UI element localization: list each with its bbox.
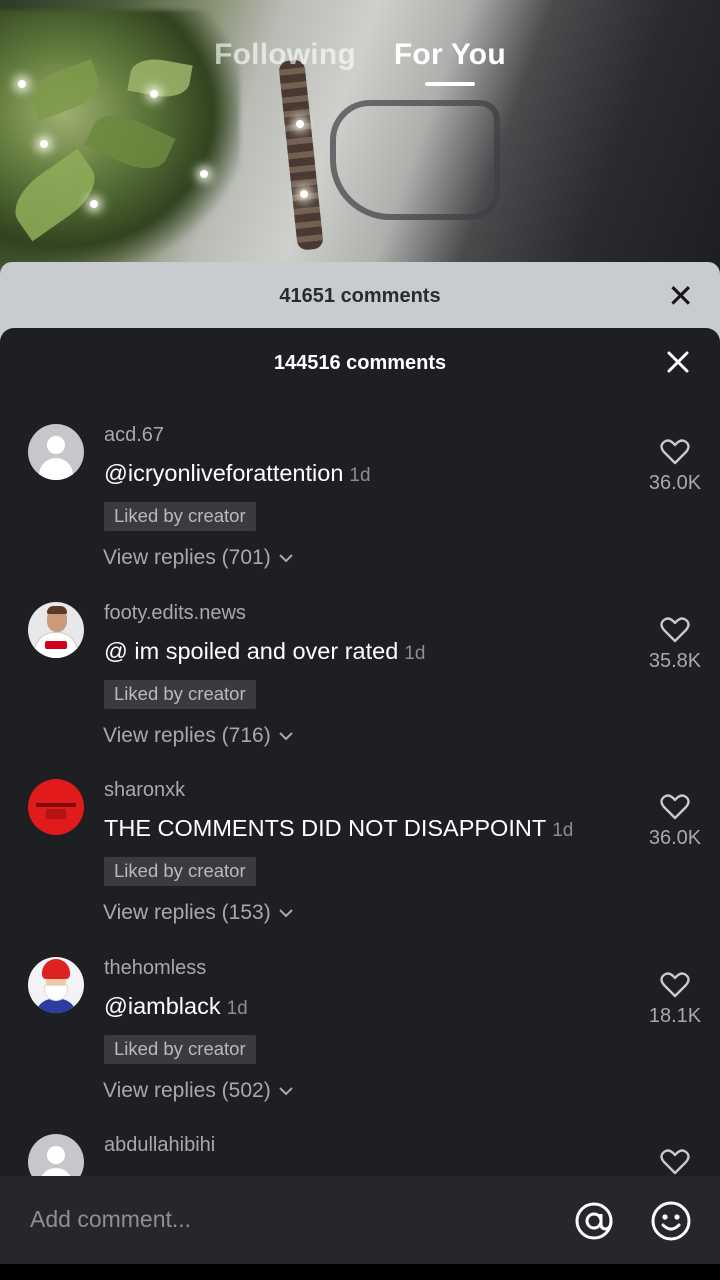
home-indicator-strip: [0, 1264, 720, 1280]
liked-by-creator-badge: Liked by creator: [104, 857, 256, 886]
comment-time: 1d: [226, 997, 248, 1019]
tab-following[interactable]: Following: [214, 38, 356, 72]
like-control[interactable]: 36.0K: [642, 438, 708, 495]
heart-icon[interactable]: [660, 971, 690, 999]
comment-text: THE COMMENTS DID NOT DISAPPOINT 1d: [104, 815, 573, 842]
comment-time: 1d: [552, 820, 574, 841]
car-visor-shape: [330, 100, 500, 220]
sparkle: [18, 80, 26, 88]
avatar-sponsor-logo: [45, 640, 67, 649]
comment-item[interactable]: abdullahibihi: [0, 1110, 720, 1177]
comment-text: @icryonliveforattention 1d: [104, 460, 371, 487]
avatar[interactable]: [28, 424, 84, 480]
at-icon[interactable]: [573, 1200, 615, 1242]
liked-by-creator-badge: Liked by creator: [104, 502, 256, 531]
avatar-hat: [42, 958, 70, 979]
avatar[interactable]: [28, 956, 84, 1013]
heart-icon[interactable]: [660, 1148, 690, 1176]
view-replies-label: View replies (502): [103, 1078, 271, 1102]
sparkle: [40, 140, 48, 148]
view-replies-label: View replies (153): [103, 901, 271, 924]
heart-icon[interactable]: [660, 438, 690, 466]
comment-mention[interactable]: @ im spoiled: [104, 638, 240, 664]
comment-time: 1d: [349, 465, 371, 486]
like-control[interactable]: 18.1K: [642, 971, 708, 1028]
comment-mention[interactable]: @iamblack: [104, 993, 221, 1019]
comment-text-part: and over rated: [240, 637, 399, 664]
comment-time: 1d: [404, 642, 426, 664]
like-control[interactable]: 35.8K: [642, 616, 708, 673]
comments-header: 144516 comments: [0, 328, 720, 400]
sparkle: [296, 120, 304, 128]
heart-icon[interactable]: [660, 793, 690, 821]
comment-text: @ im spoiled and over rated 1d: [104, 638, 425, 665]
background-close-icon[interactable]: ✕: [667, 280, 694, 312]
view-replies-label: View replies (716): [103, 723, 271, 747]
close-icon[interactable]: [662, 346, 694, 378]
tab-for-you[interactable]: For You: [394, 38, 506, 72]
comment-mention[interactable]: @icryonliveforattention: [104, 460, 343, 486]
chevron-down-icon: [278, 1086, 293, 1095]
view-replies-button[interactable]: View replies (716): [103, 724, 295, 748]
avatar-coat: [36, 998, 76, 1013]
avatar[interactable]: [28, 779, 84, 835]
sparkle: [200, 170, 208, 178]
comments-sheet: 144516 comments acd.67 @icryonliveforatte…: [0, 328, 720, 1280]
sparkle: [300, 190, 308, 198]
comment-item[interactable]: sharonxk THE COMMENTS DID NOT DISAPPOINT 1…: [0, 755, 720, 933]
avatar-head: [47, 1146, 65, 1164]
comment-username[interactable]: acd.67: [104, 424, 164, 447]
comment-text: @iamblack 1d: [104, 993, 248, 1020]
avatar-beard: [44, 984, 68, 1001]
comment-count: 144516 comments: [273, 352, 447, 374]
like-control[interactable]: 36.0K: [642, 793, 708, 850]
like-count: 35.8K: [648, 649, 702, 672]
view-replies-button[interactable]: View replies (701): [103, 546, 295, 570]
comment-text-part: THE COMMENTS DID NOT DISAPPOINT: [104, 815, 547, 841]
emoji-icon[interactable]: [650, 1200, 692, 1242]
comment-item[interactable]: footy.edits.news @ im spoiled and over ra…: [0, 578, 720, 756]
view-replies-label: View replies (701): [103, 546, 271, 569]
comment-username[interactable]: thehomless: [104, 957, 206, 980]
comment-username[interactable]: abdullahibihi: [104, 1134, 215, 1157]
avatar[interactable]: [28, 601, 84, 658]
like-count: 36.0K: [648, 472, 702, 494]
like-control[interactable]: [642, 1148, 708, 1177]
comment-input[interactable]: Add comment...: [30, 1206, 191, 1233]
avatar-hair: [47, 605, 67, 614]
liked-by-creator-badge: Liked by creator: [104, 679, 256, 709]
comment-input-bar: Add comment...: [0, 1176, 720, 1264]
comment-username[interactable]: sharonxk: [104, 779, 185, 802]
avatar-head: [47, 436, 65, 454]
avatar-stripe: [36, 803, 76, 807]
liked-by-creator-badge: Liked by creator: [104, 1034, 256, 1064]
view-replies-button[interactable]: View replies (502): [103, 1079, 295, 1103]
comment-list[interactable]: acd.67 @icryonliveforattention 1d Liked by …: [0, 400, 720, 1177]
sparkle: [90, 200, 98, 208]
avatar-box: [46, 809, 66, 819]
sparkle: [150, 90, 158, 98]
avatar[interactable]: [28, 1134, 84, 1177]
hanging-string: [278, 59, 324, 251]
chevron-down-icon: [278, 731, 293, 740]
feed-tabs: Following For You: [0, 38, 720, 72]
avatar-body: [39, 458, 73, 480]
view-replies-button[interactable]: View replies (153): [103, 901, 295, 925]
comment-item[interactable]: acd.67 @icryonliveforattention 1d Liked by …: [0, 400, 720, 578]
chevron-down-icon: [278, 909, 293, 918]
background-comment-count: 41651 comments: [279, 285, 441, 307]
comment-username[interactable]: footy.edits.news: [104, 602, 246, 625]
chevron-down-icon: [278, 554, 293, 563]
comment-item[interactable]: thehomless @iamblack 1d Liked by creator Vie…: [0, 933, 720, 1111]
like-count: 18.1K: [648, 1004, 702, 1027]
like-count: 36.0K: [648, 827, 702, 849]
heart-icon[interactable]: [660, 616, 690, 644]
